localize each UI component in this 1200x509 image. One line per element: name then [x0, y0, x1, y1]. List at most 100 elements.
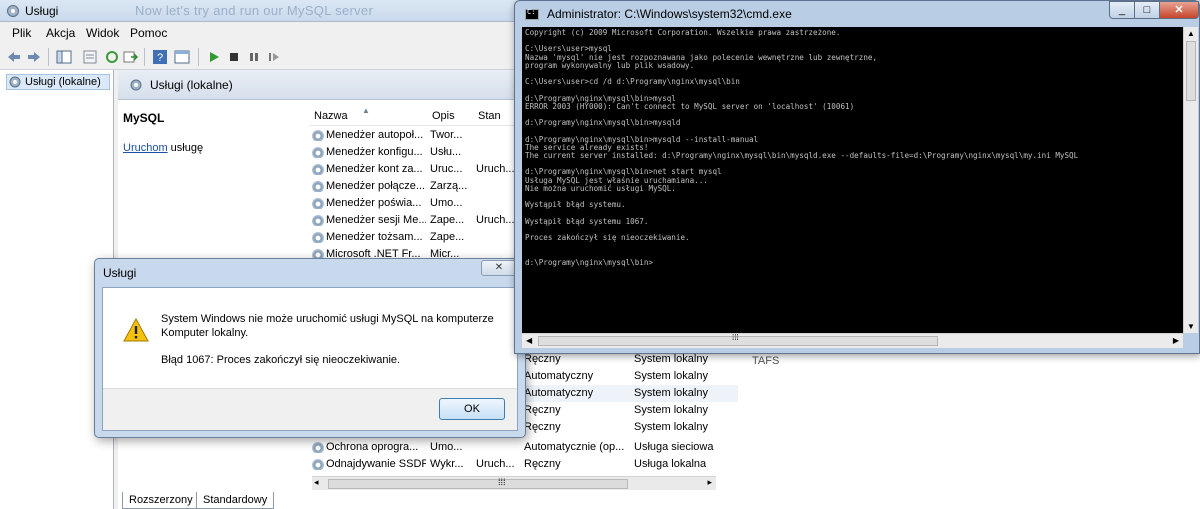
- service-name-cell-text: Menedżer poświa...: [326, 197, 422, 209]
- background-document: TAFS: [738, 353, 1200, 509]
- service-logon-cell: System lokalny: [634, 421, 738, 433]
- tree-node-label: Usługi (lokalne): [25, 76, 101, 88]
- service-gear-icon: [312, 164, 324, 175]
- tab-standard[interactable]: Standardowy: [196, 492, 275, 509]
- scroll-up-icon[interactable]: ▲: [1187, 29, 1195, 38]
- selected-service-name: MySQL: [123, 111, 165, 125]
- menu-akcja[interactable]: Akcja: [46, 26, 75, 40]
- service-description-cell: Umo...: [430, 441, 474, 453]
- export-icon[interactable]: [122, 49, 138, 65]
- dialog-body: System Windows nie może uruchomić usługi…: [102, 287, 518, 431]
- service-gear-icon: [312, 147, 324, 158]
- maximize-button[interactable]: □: [1134, 1, 1160, 19]
- service-name-cell: Menedżer konfigu...: [312, 146, 426, 158]
- menu-widok[interactable]: Widok: [86, 26, 119, 40]
- service-startup-type-cell: Ręczny: [524, 353, 628, 365]
- menu-pomoc[interactable]: Pomoc: [130, 26, 167, 40]
- table-row[interactable]: Ochrona oprogra... Umo... Automatycznie (o…: [310, 439, 738, 456]
- column-header-name[interactable]: Nazwa: [314, 110, 348, 122]
- service-startup-type-cell-text: Automatyczny: [524, 370, 594, 382]
- service-gear-icon: [312, 198, 324, 209]
- service-name-cell: Menedżer autopoł...: [312, 129, 426, 141]
- console-text: Copyright (c) 2009 Microsoft Corporation…: [525, 28, 1079, 267]
- service-description-cell: Zarzą...: [430, 180, 474, 192]
- service-gear-icon: [312, 181, 324, 192]
- back-arrow-icon[interactable]: [6, 49, 22, 65]
- service-name-cell: Menedżer połącze...: [312, 180, 426, 192]
- service-name-cell: Odnajdywanie SSDP: [312, 458, 426, 470]
- scroll-left-icon[interactable]: ◀: [526, 336, 532, 345]
- service-gear-icon: [312, 442, 324, 453]
- service-state-cell-text: Uruch...: [476, 214, 515, 226]
- scrollbar-thumb[interactable]: [328, 479, 628, 489]
- refresh-icon[interactable]: [104, 49, 120, 65]
- service-gear-icon: [312, 232, 324, 243]
- scrollbar-thumb[interactable]: [1186, 41, 1196, 101]
- service-startup-type-cell-text: Automatyczny: [524, 387, 594, 399]
- cmd-horizontal-scrollbar[interactable]: ◀ ⁞⁞⁞ ▶: [522, 333, 1183, 348]
- column-header-description[interactable]: Opis: [432, 110, 455, 122]
- ok-button[interactable]: OK: [439, 398, 505, 420]
- services-horizontal-scrollbar[interactable]: ◂ ⁞⁞⁞ ▸: [312, 476, 716, 490]
- help-icon[interactable]: ?: [152, 49, 168, 65]
- cmd-vertical-scrollbar[interactable]: ▲ ▼: [1183, 27, 1198, 333]
- cmd-window: Administrator: C:\Windows\system32\cmd.e…: [514, 0, 1200, 354]
- service-startup-type-cell-text: Automatycznie (op...: [524, 441, 625, 453]
- scroll-right-icon[interactable]: ▸: [707, 477, 712, 488]
- minimize-button[interactable]: _: [1109, 1, 1135, 19]
- service-description-cell-text: Umo...: [430, 197, 463, 209]
- service-description-cell-text: Wykr...: [430, 458, 464, 470]
- service-state-cell-text: Uruch...: [476, 163, 515, 175]
- service-gear-icon: [312, 130, 324, 141]
- service-logon-cell: Usługa lokalna: [634, 458, 738, 470]
- start-service-suffix: usługę: [167, 142, 204, 154]
- service-name-cell-text: Odnajdywanie SSDP: [326, 458, 426, 470]
- background-ghost-text: Now let's try and run our MySQL server: [135, 3, 374, 18]
- sort-arrow-icon: ▲: [362, 106, 370, 115]
- service-description-cell: Wykr...: [430, 458, 474, 470]
- service-name-cell-text: Menedżer tożsam...: [326, 231, 423, 243]
- forward-arrow-icon[interactable]: [26, 49, 42, 65]
- scroll-right-icon[interactable]: ▶: [1173, 336, 1179, 345]
- service-description-cell: Zape...: [430, 231, 474, 243]
- properties-icon[interactable]: [82, 49, 98, 65]
- dialog-message: System Windows nie może uruchomić usługi…: [161, 313, 494, 339]
- stop-icon[interactable]: [226, 49, 242, 65]
- tree-node-local-services[interactable]: Usługi (lokalne): [6, 74, 110, 90]
- cmd-window-title: Administrator: C:\Windows\system32\cmd.e…: [547, 7, 792, 21]
- pane-header-title: Usługi (lokalne): [150, 78, 233, 92]
- service-name-cell: Menedżer sesji Me...: [312, 214, 426, 226]
- dialog-footer: OK: [103, 388, 517, 430]
- start-service-link[interactable]: Uruchom: [123, 142, 168, 154]
- tab-extended[interactable]: Rozszerzony: [122, 492, 200, 509]
- view-icon[interactable]: [174, 49, 190, 65]
- play-icon[interactable]: [206, 49, 222, 65]
- service-description-cell: Umo...: [430, 197, 474, 209]
- service-description-cell-text: Uruc...: [430, 163, 463, 175]
- console-tree-icon[interactable]: [56, 49, 72, 65]
- menu-plik[interactable]: Plik: [12, 26, 31, 40]
- service-startup-type-cell: Automatyczny: [524, 387, 628, 399]
- service-logon-cell-text: System lokalny: [634, 404, 708, 416]
- dialog-title: Usługi: [103, 266, 137, 280]
- service-startup-type-cell: Ręczny: [524, 404, 628, 416]
- service-logon-cell-text: Usługa sieciowa: [634, 441, 714, 453]
- console-output-area[interactable]: Copyright (c) 2009 Microsoft Corporation…: [522, 27, 1183, 333]
- cmd-titlebar[interactable]: Administrator: C:\Windows\system32\cmd.e…: [515, 1, 1199, 27]
- scroll-grip-icon: ⁞⁞⁞: [732, 333, 739, 342]
- service-logon-cell-text: System lokalny: [634, 353, 708, 365]
- dialog-close-button[interactable]: ✕: [481, 260, 517, 276]
- scroll-left-icon[interactable]: ◂: [314, 477, 319, 488]
- service-name-cell: Ochrona oprogra...: [312, 441, 426, 453]
- service-startup-type-cell: Ręczny: [524, 458, 628, 470]
- close-button[interactable]: ✕: [1159, 1, 1199, 19]
- scroll-down-icon[interactable]: ▼: [1187, 322, 1195, 331]
- column-header-state[interactable]: Stan: [478, 110, 501, 122]
- svg-text:?: ?: [157, 52, 163, 64]
- service-name-cell-text: Menedżer kont za...: [326, 163, 423, 175]
- pause-icon[interactable]: [246, 49, 262, 65]
- service-state-cell: Uruch...: [476, 458, 520, 470]
- service-name-cell: Menedżer tożsam...: [312, 231, 426, 243]
- restart-icon[interactable]: [266, 49, 282, 65]
- table-row[interactable]: Odnajdywanie SSDP Wykr... Uruch... Ręczny Us…: [310, 456, 738, 473]
